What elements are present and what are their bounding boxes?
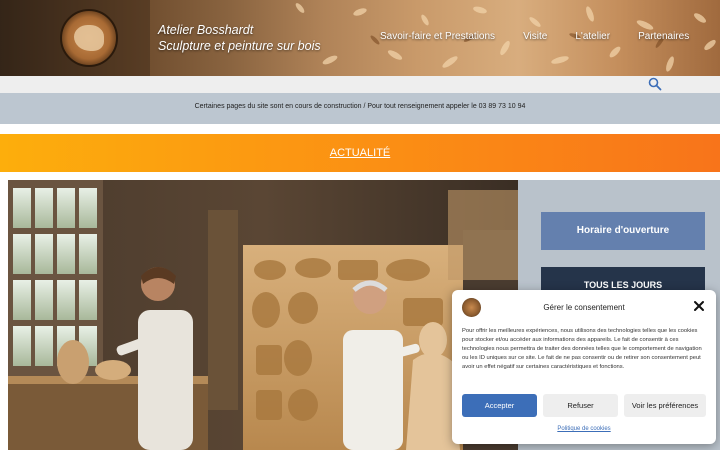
search-icon[interactable] [648, 77, 662, 91]
site-tagline: Sculpture et peinture sur bois [158, 39, 321, 53]
workshop-photo-image [8, 180, 518, 450]
cookie-text: Pour offrir les meilleures expériences, … [462, 328, 702, 370]
opening-hours-button[interactable]: Horaire d'ouverture [541, 212, 705, 250]
close-icon[interactable] [693, 300, 705, 312]
nav-item-savoir-faire[interactable]: Savoir-faire et Prestations [380, 31, 495, 42]
site-name[interactable]: Atelier Bosshardt [158, 22, 321, 38]
cookie-consent-modal: Gérer le consentement Pour offrir les me… [452, 290, 716, 444]
search-bar [0, 76, 720, 93]
main-nav: Savoir-faire et Prestations Visite L'ate… [380, 31, 689, 42]
construction-notice: Certaines pages du site sont en cours de… [0, 93, 720, 124]
nav-item-atelier[interactable]: L'atelier [575, 31, 610, 42]
refuse-button[interactable]: Refuser [543, 394, 618, 417]
site-header: Atelier Bosshardt Sculpture et peinture … [0, 0, 720, 76]
site-logo[interactable] [60, 9, 118, 67]
workshop-photo [8, 180, 518, 450]
cookie-title: Gérer le consentement [543, 303, 625, 312]
preferences-button[interactable]: Voir les préférences [624, 394, 706, 417]
cookie-policy-link[interactable]: Politique de cookies [452, 426, 716, 432]
accept-button[interactable]: Accepter [462, 394, 537, 417]
news-link[interactable]: ACTUALITÉ [0, 147, 720, 159]
nav-item-partenaires[interactable]: Partenaires [638, 31, 689, 42]
nav-item-visite[interactable]: Visite [523, 31, 547, 42]
notice-text: Certaines pages du site sont en cours de… [194, 103, 526, 110]
site-title-block[interactable]: Atelier Bosshardt Sculpture et peinture … [158, 22, 321, 54]
news-banner: ACTUALITÉ [0, 134, 720, 172]
logo-carving [74, 25, 104, 51]
